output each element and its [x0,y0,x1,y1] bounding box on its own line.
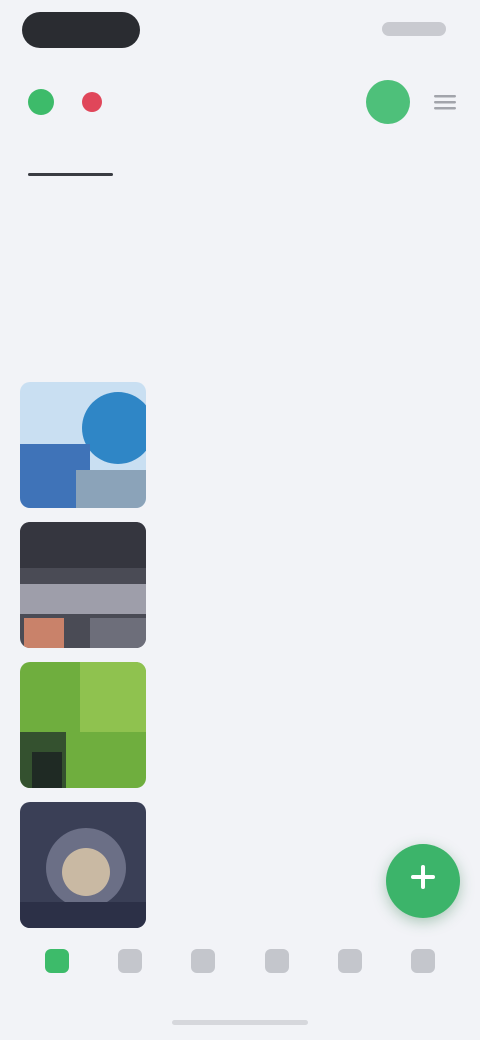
tab-3[interactable] [240,136,353,176]
compose-button[interactable] [386,844,460,918]
article-thumbnail[interactable] [20,662,146,788]
status-indicators [382,22,446,36]
brand-logo[interactable] [22,84,102,120]
brand-mark-green [28,89,54,115]
status-bar [0,0,480,62]
hero-title-block [22,200,442,212]
bell-icon [337,949,362,973]
list-item[interactable] [0,516,480,656]
list-item[interactable] [0,656,480,796]
chat-icon [264,949,289,973]
tab-2[interactable] [127,136,240,176]
bottom-nav [0,934,480,1004]
menu-icon[interactable] [428,90,462,114]
nav-item-profile[interactable] [398,934,448,994]
profile-icon [411,949,436,973]
notification-dot [82,92,102,112]
tab-1[interactable] [14,136,127,176]
list-item[interactable] [0,376,480,516]
article-thumbnail[interactable] [20,382,146,508]
status-time-pill [22,12,140,48]
nav-item-notifications[interactable] [325,934,375,994]
plus-icon [408,862,438,900]
article-thumbnail[interactable] [20,802,146,928]
nav-item-chat[interactable] [252,934,302,994]
explore-icon [117,949,142,973]
bookmark-icon [191,949,216,973]
category-tabs [0,136,480,176]
nav-item-home[interactable] [32,934,82,994]
nav-item-bookmarks[interactable] [178,934,228,994]
tab-4[interactable] [353,136,466,176]
avatar-icon[interactable] [366,80,410,124]
home-indicator[interactable] [172,1020,308,1025]
nav-item-explore[interactable] [105,934,155,994]
app-header [0,78,480,126]
home-icon [44,949,69,973]
article-thumbnail[interactable] [20,522,146,648]
